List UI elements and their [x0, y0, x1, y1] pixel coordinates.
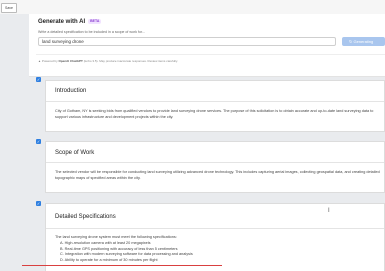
section-divider [46, 228, 384, 229]
section-body-scope: The selected vendor will be responsible … [55, 170, 380, 180]
section-body-introduction: City of Gotham, NY is seeking bids from … [55, 109, 374, 119]
red-underline-annotation [22, 265, 222, 266]
section-checkbox-scope[interactable]: ✓ [36, 139, 41, 144]
section-checkbox-introduction[interactable]: ✓ [36, 77, 41, 82]
generate-button[interactable]: ↻ Generating [342, 37, 385, 46]
ai-panel-divider [36, 54, 385, 55]
section-detailed-specifications[interactable]: Detailed Specifications I The land surve… [45, 203, 385, 271]
list-item: C. Integration with modern surveying sof… [60, 252, 193, 257]
ai-generate-panel: Generate with AI BETA Write a detailed sp… [29, 14, 385, 77]
section-scope-of-work[interactable]: Scope of Work The selected vendor will b… [45, 141, 385, 193]
save-button[interactable]: Save [1, 3, 17, 13]
powered-prefix: Powered by [41, 59, 58, 63]
ai-panel-title: Generate with AI BETA [38, 19, 102, 26]
powered-brand: OpenAI ChatGPT [58, 59, 83, 63]
section-title-scope: Scope of Work [55, 150, 95, 156]
section-introduction[interactable]: Introduction City of Gotham, NY is seeki… [45, 80, 385, 132]
ai-prompt-label: Write a detailed specification to be inc… [38, 30, 146, 34]
beta-badge: BETA [88, 19, 102, 24]
section-divider [46, 101, 384, 102]
powered-by-note: ▲ Powered by OpenAI ChatGPT (turbo 3.5).… [38, 59, 178, 63]
section-divider [46, 162, 384, 163]
ai-prompt-input[interactable] [38, 37, 336, 46]
spec-list: A. High-resolution camera with at least … [60, 241, 193, 263]
powered-suffix: (turbo 3.5). May produce inaccurate resp… [83, 59, 179, 63]
section-title-specifications: Detailed Specifications [55, 214, 116, 220]
generate-button-label: Generating [353, 39, 374, 44]
text-cursor-icon: I [328, 208, 330, 214]
section-body-specifications: The land surveying drone system must mee… [55, 235, 177, 239]
section-checkbox-specifications[interactable]: ✓ [36, 201, 41, 206]
section-title-introduction: Introduction [55, 88, 87, 94]
ai-title-text: Generate with AI [38, 19, 86, 26]
list-item: D. Ability to operate for a minimum of 3… [60, 257, 158, 262]
top-toolbar: Save [0, 0, 385, 14]
